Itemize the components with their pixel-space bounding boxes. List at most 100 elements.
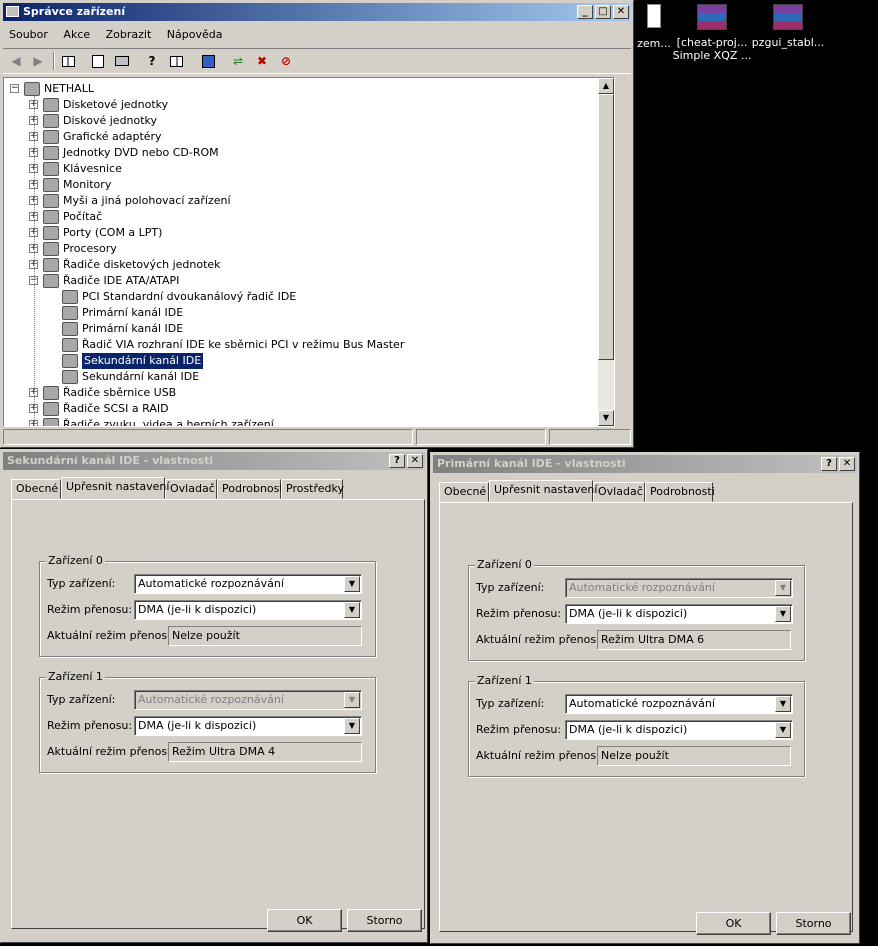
device-type-select[interactable]: Automatické rozpoznávání ▼ (565, 694, 793, 714)
collapse-icon[interactable]: − (10, 84, 19, 93)
transfer-mode-select[interactable]: DMA (je-li k dispozici) ▼ (134, 716, 362, 736)
scroll-thumb[interactable] (598, 94, 614, 360)
dropdown-arrow-icon[interactable]: ▼ (775, 696, 791, 712)
tree-device[interactable]: Sekundární kanál IDE (4, 353, 598, 369)
print-icon[interactable] (113, 52, 131, 70)
tree-node-label: Procesory (63, 242, 117, 255)
device-type-select[interactable]: Automatické rozpoznávání ▼ (134, 574, 362, 594)
disable-device-icon[interactable]: ⊘ (277, 52, 295, 70)
show-hide-tree-icon[interactable] (59, 52, 77, 70)
tree-node-label: Sekundární kanál IDE (82, 370, 200, 383)
properties-icon[interactable] (89, 52, 107, 70)
device-tree[interactable]: − NETHALL + Disketové jednotky + Diskové jedn… (3, 77, 615, 427)
tab-4[interactable]: Prostředky (281, 479, 344, 499)
tree-category[interactable]: + Řadiče sběrnice USB (4, 385, 598, 401)
transfer-mode-select[interactable]: DMA (je-li k dispozici) ▼ (565, 604, 793, 624)
view-icon[interactable] (167, 52, 185, 70)
primary-dialog-titlebar[interactable]: Primární kanál IDE - vlastnosti ? ✕ (433, 455, 857, 473)
menu-akce[interactable]: Akce (57, 25, 96, 45)
tree-node-label: Řadiče disketových jednotek (63, 258, 221, 271)
dropdown-arrow-icon[interactable]: ▼ (344, 602, 360, 618)
tab-1[interactable]: Upřesnit nastavení (61, 477, 169, 499)
scroll-up-button[interactable]: ▲ (598, 78, 614, 94)
transfer-mode-select[interactable]: DMA (je-li k dispozici) ▼ (134, 600, 362, 620)
monitor-icon (43, 130, 59, 144)
tree-category[interactable]: + Monitory (4, 177, 598, 193)
tree-category[interactable]: + Diskové jednotky (4, 113, 598, 129)
dropdown-arrow-icon[interactable]: ▼ (775, 722, 791, 738)
vertical-scrollbar[interactable]: ▲ ▼ (598, 78, 614, 426)
tab-strip: Obecné Upřesnit nastavení Ovladač Podrobnos… (11, 477, 425, 499)
tree-category[interactable]: + Procesory (4, 241, 598, 257)
tab-1[interactable]: Upřesnit nastavení (489, 480, 597, 502)
tree-category[interactable]: + Porty (COM a LPT) (4, 225, 598, 241)
toolbar-separator (53, 52, 55, 70)
tree-device[interactable]: Sekundární kanál IDE (4, 369, 598, 385)
menu-zobrazit[interactable]: Zobrazit (100, 25, 158, 45)
ok-button[interactable]: OK (267, 909, 342, 932)
uninstall-icon[interactable]: ✖ (253, 52, 271, 70)
tree-device[interactable]: Primární kanál IDE (4, 305, 598, 321)
tree-device[interactable]: PCI Standardní dvoukanálový řadič IDE (4, 289, 598, 305)
minimize-button[interactable]: _ (577, 5, 593, 19)
mouse-icon (43, 194, 59, 208)
desktop-icon-zem[interactable]: zem... (634, 4, 674, 50)
toolbar: ◀ ▶ ? ⇌ ✖ ⊘ (3, 48, 631, 74)
help-icon[interactable]: ? (143, 52, 161, 70)
status-bar (3, 429, 631, 445)
transfer-mode-select[interactable]: DMA (je-li k dispozici) ▼ (565, 720, 793, 740)
tree-root[interactable]: − NETHALL (4, 81, 598, 97)
tab-3[interactable]: Podrobnosti (645, 482, 715, 502)
dropdown-arrow-icon[interactable]: ▼ (344, 576, 360, 592)
tree-category[interactable]: + Jednotky DVD nebo CD-ROM (4, 145, 598, 161)
monitor-icon (43, 178, 59, 192)
tab-3[interactable]: Podrobnosti (217, 479, 287, 499)
tree-device[interactable]: Řadič VIA rozhraní IDE ke sběrnici PCI v… (4, 337, 598, 353)
cancel-button[interactable]: Storno (347, 909, 422, 932)
dropdown-arrow-icon[interactable]: ▼ (344, 718, 360, 734)
close-button[interactable]: ✕ (407, 454, 423, 468)
tree-node-label: Řadiče IDE ATA/ATAPI (63, 274, 180, 287)
tree-category[interactable]: + Počítač (4, 209, 598, 225)
help-button[interactable]: ? (389, 454, 405, 468)
tree-node-label: Diskové jednotky (63, 114, 158, 127)
desktop-icon-cheat[interactable]: [cheat-proj... Simple XQZ ... (672, 4, 752, 62)
tab-0[interactable]: Obecné (11, 479, 61, 499)
tab-2[interactable]: Ovladač (165, 479, 217, 499)
back-arrow-icon[interactable]: ◀ (7, 52, 25, 70)
close-button[interactable]: ✕ (613, 5, 629, 19)
tree-category[interactable]: + Myši a jiná polohovací zařízení (4, 193, 598, 209)
menu-napoveda[interactable]: Nápověda (161, 25, 229, 45)
scsi-icon (43, 402, 59, 416)
update-driver-icon[interactable]: ⇌ (229, 52, 247, 70)
tree-category[interactable]: + Řadiče SCSI a RAID (4, 401, 598, 417)
status-pane-1 (3, 429, 413, 445)
device-type-label: Typ zařízení: (476, 697, 545, 710)
computer-icon (43, 210, 59, 224)
forward-arrow-icon[interactable]: ▶ (29, 52, 47, 70)
ok-button[interactable]: OK (696, 912, 771, 935)
tab-0[interactable]: Obecné (439, 482, 489, 502)
app-icon (6, 6, 19, 17)
tree-device[interactable]: Primární kanál IDE (4, 321, 598, 337)
maximize-button[interactable]: □ (595, 5, 611, 19)
tree-category[interactable]: + Grafické adaptéry (4, 129, 598, 145)
device-manager-titlebar[interactable]: Správce zařízení _ □ ✕ (3, 3, 631, 21)
menu-soubor[interactable]: Soubor (3, 25, 54, 45)
tree-category[interactable]: + Klávesnice (4, 161, 598, 177)
tree-category[interactable]: + Řadiče disketových jednotek (4, 257, 598, 273)
tree-node-label: Počítač (63, 210, 103, 223)
tree-category[interactable]: − Řadiče IDE ATA/ATAPI (4, 273, 598, 289)
secondary-dialog-titlebar[interactable]: Sekundární kanál IDE - vlastnosti ? ✕ (3, 452, 425, 470)
help-button[interactable]: ? (821, 457, 837, 471)
cancel-button[interactable]: Storno (776, 912, 851, 935)
disk-icon (43, 114, 59, 128)
dropdown-arrow-icon[interactable]: ▼ (775, 606, 791, 622)
desktop-icon-pzgui[interactable]: pzgui_stabl... (748, 4, 828, 49)
scroll-down-button[interactable]: ▼ (598, 410, 614, 426)
tab-2[interactable]: Ovladač (593, 482, 645, 502)
tree-category[interactable]: + Řadiče zvuku, videa a herních zařízení (4, 417, 598, 426)
close-button[interactable]: ✕ (839, 457, 855, 471)
scan-hardware-icon[interactable] (199, 52, 217, 70)
tree-category[interactable]: + Disketové jednotky (4, 97, 598, 113)
